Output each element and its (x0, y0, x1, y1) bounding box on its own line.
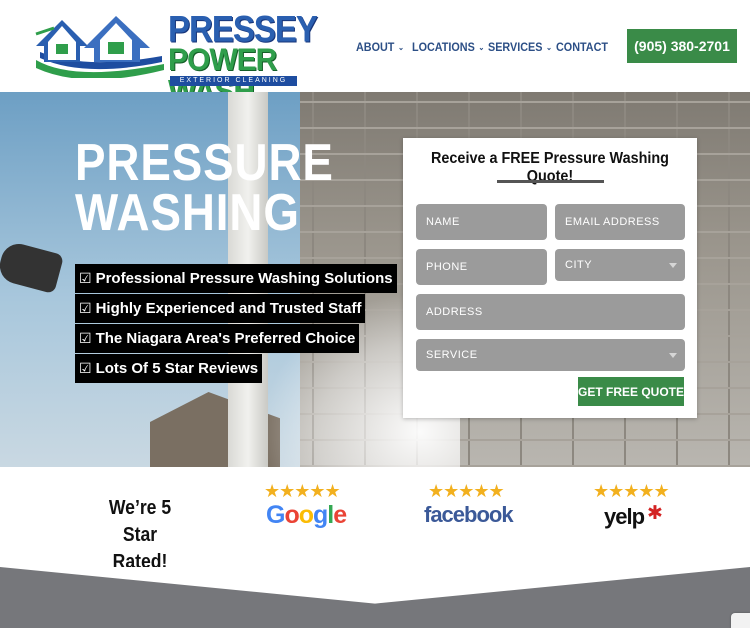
brand-tagline: EXTERIOR CLEANING (170, 76, 297, 86)
bottom-section (0, 567, 750, 628)
facebook-logo[interactable]: facebook (424, 502, 514, 528)
nav-locations-label: LOCATIONS (412, 40, 475, 54)
hero-bullet-text: Highly Experienced and Trusted Staff (95, 300, 362, 317)
phone-button[interactable]: (905) 380-2701 (627, 29, 737, 63)
chevron-down-icon: ⌄ (478, 42, 485, 52)
city-select-value: CITY (565, 259, 593, 271)
hero-title: PRESSURE WASHING (75, 134, 334, 242)
checkbox-icon: ☑ (79, 330, 92, 346)
nav-locations[interactable]: LOCATIONS ⌄ (412, 38, 484, 56)
hero-bullet-text: The Niagara Area's Preferred Choice (95, 330, 356, 347)
yelp-burst-icon: ✱ (647, 503, 663, 524)
service-select-value: SERVICE (426, 349, 478, 361)
phone-field[interactable]: PHONE (416, 249, 547, 285)
hero-title-line2: WASHING (75, 184, 300, 242)
name-field-placeholder: NAME (426, 216, 460, 228)
checkbox-icon: ☑ (79, 300, 92, 316)
hero-title-line1: PRESSURE (75, 134, 334, 192)
nav-about-label: ABOUT (356, 40, 395, 54)
quote-form-divider (497, 180, 604, 183)
hero-bullet: ☑ Highly Experienced and Trusted Staff (75, 294, 366, 323)
nav-about[interactable]: ABOUT ⌄ (356, 38, 404, 56)
pressey-power-wash-logo[interactable]: PRESSEY POWER WASH EXTERIOR CLEANING (34, 8, 318, 107)
facebook-stars: ★★★★★ (428, 481, 505, 501)
email-field[interactable]: EMAIL ADDRESS (555, 204, 685, 240)
phone-field-placeholder: PHONE (426, 261, 468, 273)
nav-services-label: SERVICES (488, 40, 543, 54)
service-select[interactable]: SERVICE (416, 339, 685, 371)
yelp-logo[interactable]: yelp (604, 504, 645, 530)
google-logo[interactable]: Google (266, 501, 347, 530)
five-star-rated-heading: We’re 5 Star Rated! (92, 495, 189, 576)
rated-heading-line1: We’re 5 Star (108, 497, 172, 546)
nav-services[interactable]: SERVICES ⌄ (488, 38, 552, 56)
recaptcha-badge-icon[interactable] (731, 613, 750, 628)
hero-bullet: ☑ The Niagara Area's Preferred Choice (75, 324, 360, 353)
yelp-stars: ★★★★★ (593, 481, 670, 501)
nav-contact[interactable]: CONTACT (556, 38, 608, 56)
hero-bullet: ☑ Professional Pressure Washing Solution… (75, 264, 397, 293)
address-field-placeholder: ADDRESS (426, 306, 483, 318)
caret-down-icon (669, 263, 677, 268)
brand-name-line1: PRESSEY (168, 7, 318, 50)
address-field[interactable]: ADDRESS (416, 294, 685, 330)
checkbox-icon: ☑ (79, 360, 92, 376)
nav-contact-label: CONTACT (556, 40, 609, 54)
checkbox-icon: ☑ (79, 270, 92, 286)
bottom-gray-band (0, 567, 750, 628)
reviews-section: We’re 5 Star Rated! ★★★★★ Google ★★★★★ f… (0, 467, 750, 573)
google-stars: ★★★★★ (264, 481, 341, 501)
house-logo-icon (35, 16, 164, 78)
get-free-quote-button[interactable]: GET FREE QUOTE (578, 377, 684, 406)
email-field-placeholder: EMAIL ADDRESS (565, 216, 660, 228)
caret-down-icon (669, 353, 677, 358)
chevron-down-icon: ⌄ (398, 42, 405, 52)
city-select[interactable]: CITY (555, 249, 685, 281)
hero-bullet-text: Lots Of 5 Star Reviews (95, 360, 259, 377)
quote-form: Receive a FREE Pressure Washing Quote! N… (403, 138, 697, 418)
hero-bullet-text: Professional Pressure Washing Solutions (95, 270, 393, 287)
site-header: PRESSEY POWER WASH EXTERIOR CLEANING ABO… (0, 0, 750, 107)
name-field[interactable]: NAME (416, 204, 547, 240)
hero-bullet: ☑ Lots Of 5 Star Reviews (75, 354, 263, 383)
chevron-down-icon: ⌄ (546, 42, 553, 52)
